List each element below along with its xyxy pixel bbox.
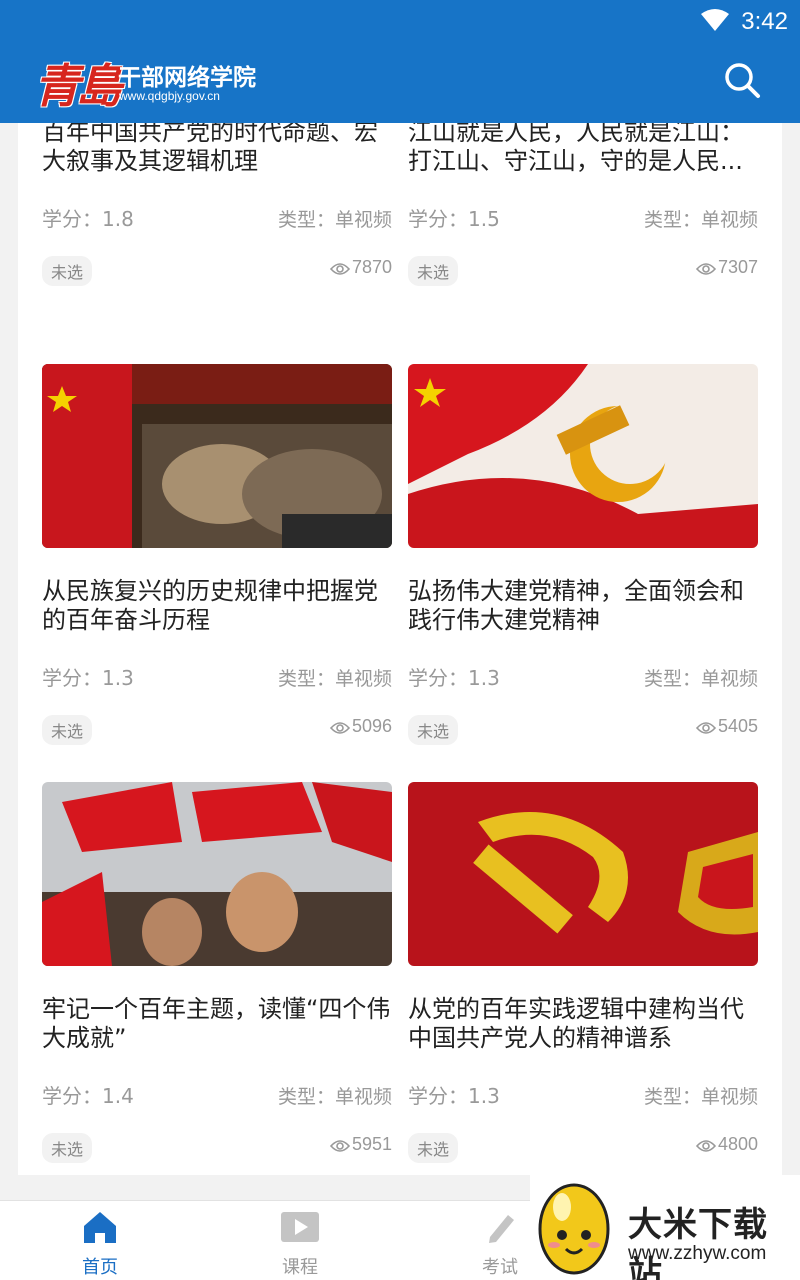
status-badge: 未选: [408, 1133, 459, 1163]
eye-icon: [329, 722, 350, 734]
course-thumbnail: [408, 782, 758, 966]
wifi-icon: [701, 9, 729, 31]
watermark-title: 大米下载站: [628, 1205, 768, 1280]
course-title: 牢记一个百年主题，读懂“四个伟大成就”: [42, 995, 391, 1052]
course-thumbnail: [42, 782, 392, 966]
eye-icon: [329, 263, 350, 275]
course-credit: 学分：1.4: [42, 1084, 134, 1108]
logo: 青島: [34, 59, 122, 113]
course-credit: 学分：1.3: [408, 1084, 500, 1108]
view-count: 4800: [695, 1134, 758, 1155]
course-credit: 学分：1.5: [408, 207, 500, 231]
nav-course[interactable]: 课程: [250, 1209, 350, 1279]
course-type: 类型：单视频: [643, 1086, 758, 1108]
view-count: 5951: [329, 1134, 392, 1155]
view-count-value: 7307: [717, 257, 758, 277]
status-badge: 未选: [42, 715, 93, 745]
view-count: 5405: [695, 716, 758, 737]
course-title: 弘扬伟大建党精神，全面领会和践行伟大建党精神: [408, 577, 744, 634]
search-button[interactable]: [722, 60, 762, 100]
course-thumbnail: [42, 364, 392, 548]
logo-title: 干部网络学院: [118, 65, 256, 91]
course-type: 类型：单视频: [277, 668, 392, 690]
course-credit: 学分：1.3: [42, 666, 134, 690]
course-type: 类型：单视频: [643, 209, 758, 231]
view-count: 5096: [329, 716, 392, 737]
course-thumbnail: [408, 364, 758, 548]
status-badge: 未选: [408, 256, 459, 286]
nav-home-label: 首页: [82, 1257, 118, 1278]
status-time: 3:42: [741, 8, 788, 35]
view-count-value: 5951: [351, 1134, 392, 1154]
course-list: 百年中国共产党的时代命题、宏大叙事及其逻辑机理 学分：1.8 类型：单视频 未选…: [18, 123, 782, 1175]
app-header: 青島 干部网络学院 www.qdgbjy.gov.cn: [0, 40, 800, 123]
eye-icon: [695, 1140, 716, 1152]
nav-home[interactable]: 首页: [50, 1209, 150, 1279]
eye-icon: [695, 263, 716, 275]
pencil-icon: [489, 1215, 514, 1243]
play-icon: [281, 1212, 319, 1242]
status-badge: 未选: [408, 715, 459, 745]
view-count-value: 4800: [717, 1134, 758, 1154]
eye-icon: [329, 1140, 350, 1152]
status-badge: 未选: [42, 256, 93, 286]
course-title: 从党的百年实践逻辑中建构当代中国共产党人的精神谱系: [408, 995, 744, 1052]
eye-icon: [695, 722, 716, 734]
course-title: 江山就是人民，人民就是江山：打江山、守江山，守的是人民...: [408, 123, 744, 175]
status-bar: 3:42: [0, 0, 800, 40]
view-count-value: 7870: [351, 257, 392, 277]
course-type: 类型：单视频: [643, 668, 758, 690]
watermark-url: www.zzhyw.com: [628, 1243, 767, 1264]
watermark: 大米下载站 www.zzhyw.com: [530, 1175, 800, 1280]
course-credit: 学分：1.8: [42, 207, 134, 231]
home-icon: [84, 1212, 116, 1243]
view-count: 7870: [329, 257, 392, 278]
nav-course-label: 课程: [282, 1257, 318, 1278]
course-credit: 学分：1.3: [408, 666, 500, 690]
course-title: 从民族复兴的历史规律中把握党的百年奋斗历程: [42, 577, 378, 634]
course-type: 类型：单视频: [277, 209, 392, 231]
view-count-value: 5096: [351, 716, 392, 736]
view-count-value: 5405: [717, 716, 758, 736]
course-title: 百年中国共产党的时代命题、宏大叙事及其逻辑机理: [42, 123, 378, 175]
status-badge: 未选: [42, 1133, 93, 1163]
mascot-icon: [538, 1183, 610, 1275]
view-count: 7307: [695, 257, 758, 278]
course-type: 类型：单视频: [277, 1086, 392, 1108]
logo-url: www.qdgbjy.gov.cn: [119, 89, 220, 103]
search-icon: [725, 63, 760, 98]
